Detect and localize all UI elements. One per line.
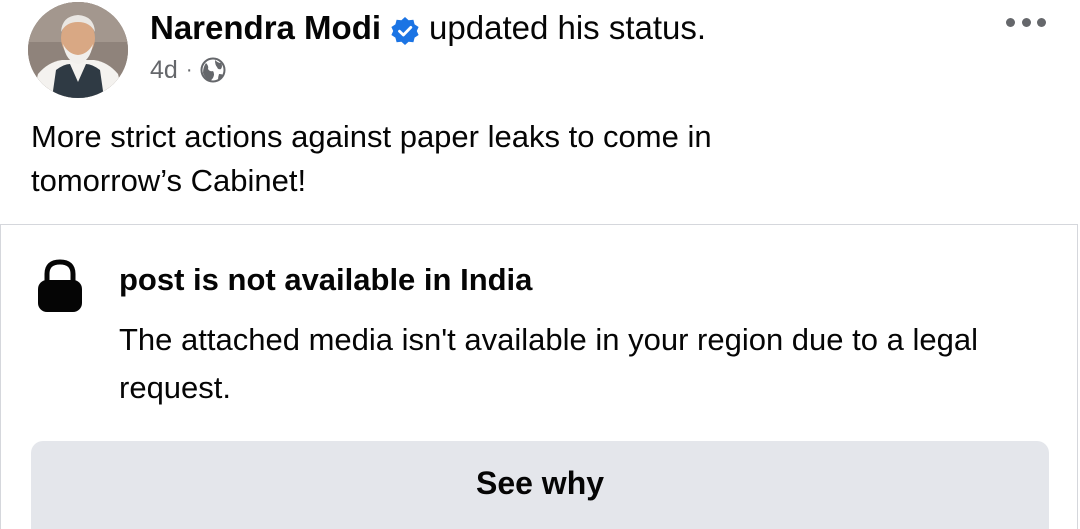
globe-icon[interactable] [200,57,226,83]
verified-badge-icon [390,13,420,45]
author-avatar[interactable] [28,2,128,98]
more-dot [1037,17,1046,27]
more-dot [1021,17,1031,27]
post-text-line: tomorrow’s Cabinet! [31,163,307,198]
author-name[interactable]: Narendra Modi [150,6,381,50]
notice-body: The attached media isn't available in yo… [119,322,978,405]
lock-icon [36,258,84,314]
more-options-icon[interactable] [1000,6,1052,38]
facebook-post: Narendra Modi updated his status. 4d · M… [0,0,1080,529]
see-why-label: See why [475,464,605,501]
meta-separator: · [185,58,193,81]
see-why-button[interactable]: See why [31,441,1049,529]
post-header: Narendra Modi updated his status. [150,6,706,50]
post-timestamp[interactable]: 4d [150,56,178,85]
notice-title: post is not available in India [119,262,533,297]
avatar-photo [28,2,128,98]
status-action-text: updated his status. [429,9,707,46]
post-meta: 4d · [150,54,226,86]
more-dot [1006,17,1015,27]
post-text: More strict actions against paper leaks … [31,115,1031,203]
post-text-line: More strict actions against paper leaks … [31,119,712,154]
